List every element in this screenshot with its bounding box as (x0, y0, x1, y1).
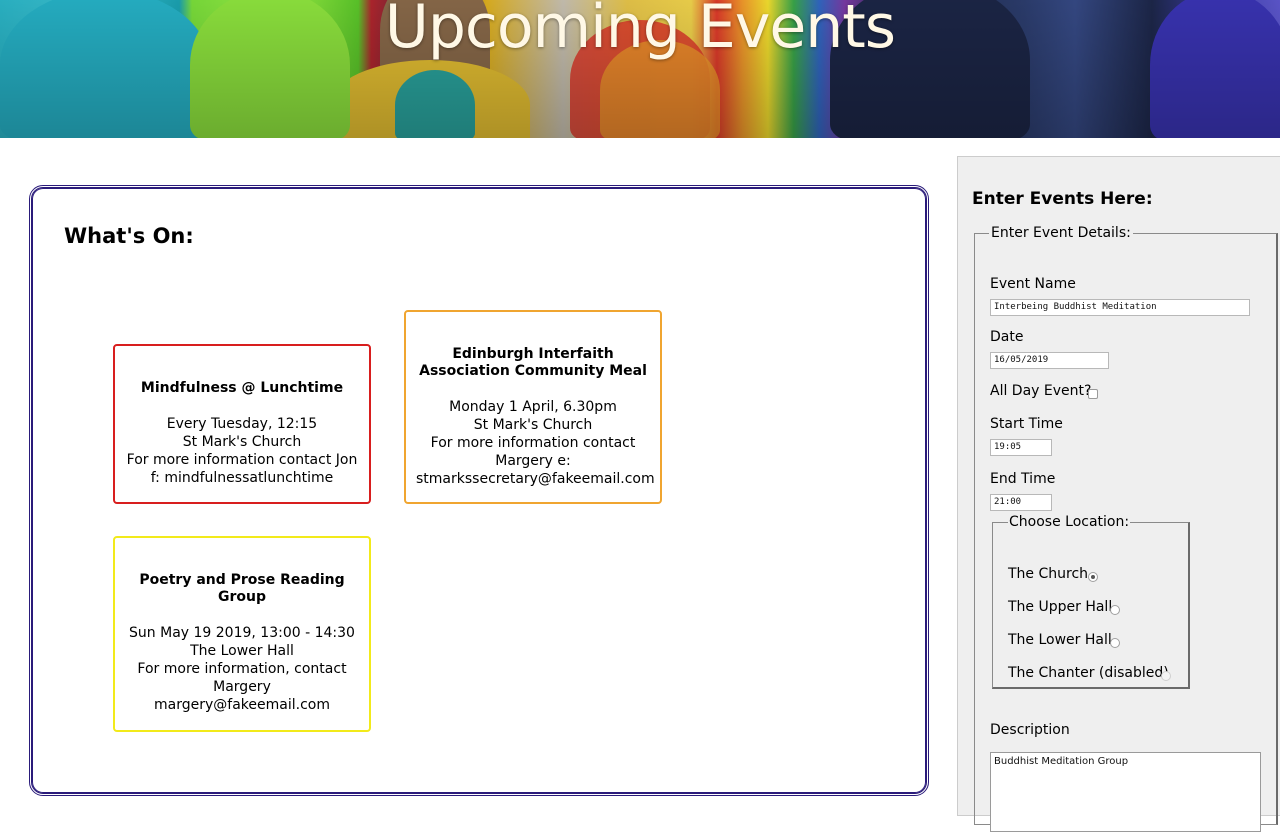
location-radio-upper-hall[interactable] (1110, 605, 1120, 615)
event-detail: Every Tuesday, 12:15 (166, 416, 318, 432)
location-option-label: The Chanter (disabled) (1008, 665, 1169, 681)
event-name-input[interactable]: Interbeing Buddhist Meditation (990, 299, 1250, 316)
all-day-label: All Day Event? (990, 383, 1092, 399)
end-time-input[interactable]: 21:00 (990, 494, 1052, 511)
event-entry-sidebar: Enter Events Here: Enter Event Details: … (957, 156, 1280, 832)
event-detail: For more information contact Jon (126, 452, 358, 468)
location-option-label: The Upper Hall (1008, 599, 1113, 615)
event-title: Poetry and Prose Reading Group (139, 572, 345, 605)
event-details-fieldset: Enter Event Details: Event Name Interbei… (974, 225, 1278, 832)
location-radio-lower-hall[interactable] (1110, 638, 1120, 648)
event-detail: Sun May 19 2019, 13:00 - 14:30 (129, 625, 355, 641)
event-detail: margery@fakeemail.com (154, 697, 330, 713)
all-day-checkbox[interactable] (1088, 389, 1098, 399)
date-input[interactable]: 16/05/2019 (990, 352, 1109, 369)
event-detail: For more information contact (430, 435, 636, 451)
start-time-label: Start Time (990, 416, 1063, 432)
event-title: Mindfulness @ Lunchtime (140, 380, 344, 396)
event-detail: For more information, contact (137, 661, 347, 677)
event-title: Edinburgh Interfaith Association Communi… (419, 346, 647, 379)
event-detail: Margery (213, 679, 271, 695)
event-detail: f: mindfulnessatlunchtime (150, 470, 334, 486)
description-label: Description (990, 722, 1070, 738)
event-detail: Margery e: (495, 453, 571, 469)
event-detail: stmarkssecretary@fakeemail.com (416, 471, 655, 487)
location-fieldset: Choose Location: The Church The Upper Ha… (992, 514, 1190, 689)
start-time-input[interactable]: 19:05 (990, 439, 1052, 456)
event-name-label: Event Name (990, 276, 1076, 292)
location-radio-church[interactable] (1088, 572, 1098, 582)
end-time-label: End Time (990, 471, 1056, 487)
events-heading: What's On: (64, 224, 194, 248)
event-detail: St Mark's Church (473, 417, 593, 433)
location-option-label: The Lower Hall (1008, 632, 1112, 648)
location-option-label: The Church (1008, 566, 1089, 582)
event-details-legend: Enter Event Details: (991, 225, 1131, 241)
form-heading: Enter Events Here: (972, 189, 1153, 209)
location-legend: Choose Location: (1009, 514, 1130, 530)
event-detail: The Lower Hall (190, 643, 294, 659)
events-panel: What's On: Mindfulness @ Lunchtime Every… (29, 185, 929, 796)
date-label: Date (990, 329, 1024, 345)
page-title: Upcoming Events (384, 0, 896, 62)
event-detail: Monday 1 April, 6.30pm (449, 399, 617, 415)
header-banner: Upcoming Events (0, 0, 1280, 138)
description-textarea[interactable]: Buddhist Meditation Group (990, 752, 1261, 832)
event-card: Mindfulness @ Lunchtime Every Tuesday, 1… (113, 344, 371, 504)
event-card: Edinburgh Interfaith Association Communi… (404, 310, 662, 504)
event-card: Poetry and Prose Reading Group Sun May 1… (113, 536, 371, 732)
event-detail: St Mark's Church (182, 434, 302, 450)
location-radio-chanter (1161, 671, 1171, 681)
